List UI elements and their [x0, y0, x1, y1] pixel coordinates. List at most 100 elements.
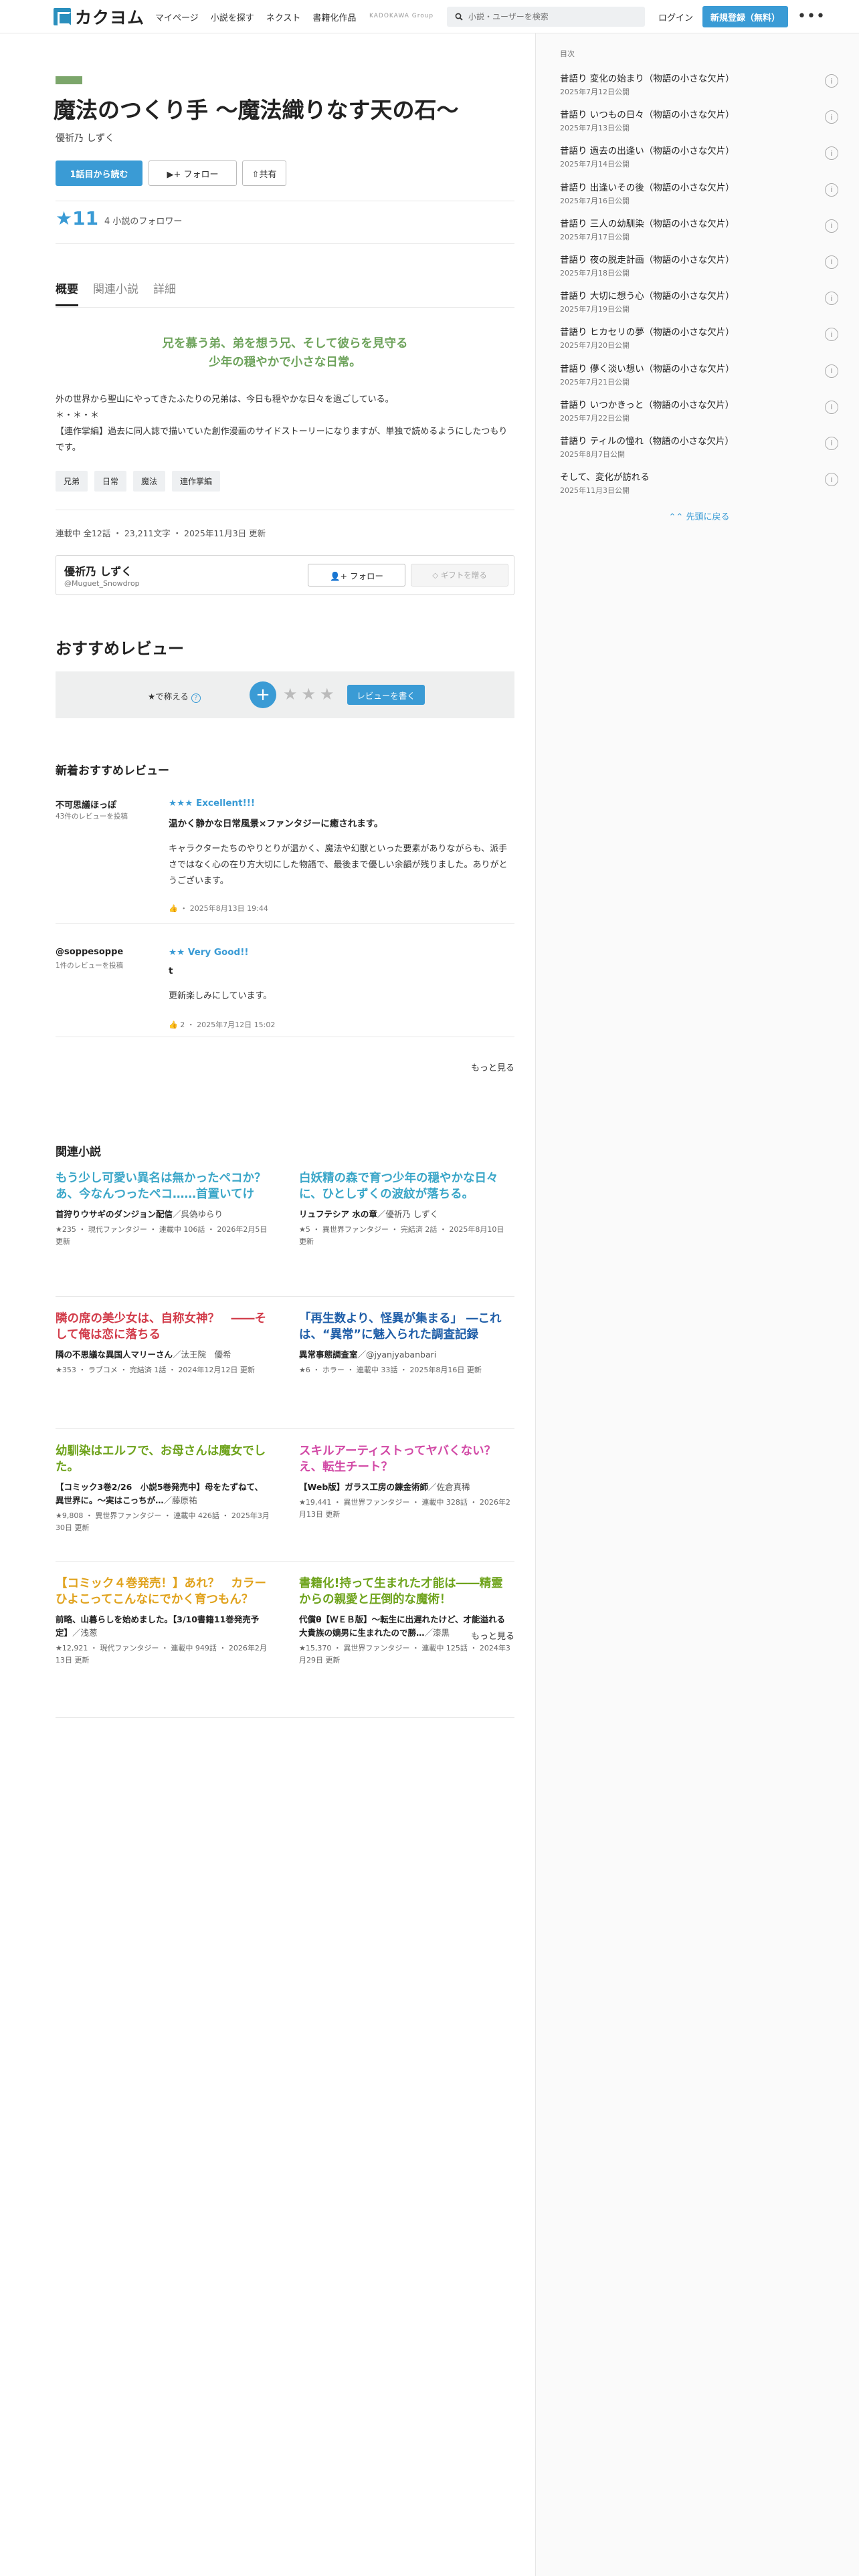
login-link[interactable]: ログイン — [658, 11, 693, 23]
related-catch[interactable]: 「再生数より、怪異が集まる」 ―これは、“異常”に魅入られた調査記録 — [299, 1311, 513, 1343]
info-icon[interactable]: i — [825, 292, 838, 306]
related-novel[interactable]: 【コミック４巻発売！】あれ？ カラーひよこってこんなにでかく育つもん？ 前略、山… — [56, 1576, 270, 1667]
episode-title[interactable]: 昔語り 変化の始まり（物語の小さな欠片） — [560, 71, 838, 84]
info-icon[interactable]: i — [825, 473, 838, 487]
related-catch[interactable]: 隣の席の美少女は、自称女神？ ――そして俺は恋に落ちる — [56, 1311, 270, 1343]
related-author[interactable]: ／漆黒 — [425, 1628, 450, 1638]
info-icon[interactable]: i — [825, 183, 838, 197]
episode-title[interactable]: 昔語り ティルの憧れ（物語の小さな欠片） — [560, 433, 838, 447]
more-menu-icon[interactable]: ••• — [797, 8, 826, 25]
related-novel[interactable]: スキルアーティストってヤバくない？え、転生チート？ 【Web版】ガラス工房の錬金… — [299, 1443, 513, 1521]
star-rating-input[interactable]: ★★★ — [283, 685, 339, 704]
episode-title[interactable]: 昔語り 夜の脱走計画（物語の小さな欠片） — [560, 252, 838, 265]
review-headline[interactable]: 温かく静かな日常風景×ファンタジーに癒されます。 — [169, 816, 383, 829]
related-title-text[interactable]: リュフテシア 水の章 — [299, 1209, 377, 1219]
related-novel[interactable]: もう少し可愛い異名は無かったペコか？あ、今なんつったペコ……首置いてけ 首狩りウ… — [56, 1170, 270, 1248]
episode-item[interactable]: 昔語り 過去の出逢い（物語の小さな欠片） 2025年7月14日公開 i — [560, 143, 838, 179]
tag-item[interactable]: 魔法 — [133, 471, 166, 492]
related-author[interactable]: ／汰王院 優希 — [173, 1350, 231, 1360]
episode-item[interactable]: 昔語り 三人の幼馴染（物語の小さな欠片） 2025年7月17日公開 i — [560, 216, 838, 252]
info-icon[interactable]: i — [825, 364, 838, 378]
info-icon[interactable]: i — [825, 436, 838, 450]
related-novel[interactable]: 「再生数より、怪異が集まる」 ―これは、“異常”に魅入られた調査記録 異常事態調… — [299, 1311, 513, 1376]
related-catch[interactable]: 白妖精の森で育つ少年の穏やかな日々に、ひとしずくの波紋が落ちる。 — [299, 1170, 513, 1202]
help-icon[interactable]: ? — [191, 693, 201, 703]
episode-title[interactable]: 昔語り 出逢いその後（物語の小さな欠片） — [560, 180, 838, 193]
episode-item[interactable]: そして、変化が訪れる 2025年11月3日公開 i — [560, 469, 838, 506]
related-title-text[interactable]: 隣の不思議な異国人マリーさん — [56, 1350, 173, 1360]
tag-item[interactable]: 兄弟 — [56, 471, 88, 492]
episode-title[interactable]: そして、変化が訪れる — [560, 469, 838, 483]
info-icon[interactable]: i — [825, 74, 838, 88]
episode-item[interactable]: 昔語り 大切に想う心（物語の小さな欠片） 2025年7月19日公開 i — [560, 288, 838, 324]
review-footer[interactable]: 👍 ・ 2025年8月13日 19:44 — [169, 903, 268, 914]
search-input[interactable] — [468, 12, 636, 21]
info-icon[interactable]: i — [825, 400, 838, 414]
related-author[interactable]: ／浅葱 — [72, 1628, 98, 1638]
episode-title[interactable]: 昔語り いつかきっと（物語の小さな欠片） — [560, 397, 838, 411]
episode-item[interactable]: 昔語り いつもの日々（物語の小さな欠片） 2025年7月13日公開 i — [560, 107, 838, 143]
reviews-more-link[interactable]: もっと見る — [471, 1061, 514, 1073]
related-title-text[interactable]: 【Web版】ガラス工房の錬金術師 — [299, 1482, 428, 1492]
info-icon[interactable]: i — [825, 110, 838, 124]
info-icon[interactable]: i — [825, 255, 838, 269]
share-button[interactable]: ⇧共有 — [242, 160, 286, 186]
kadokawa-group-label[interactable]: KADOKAWA Group — [369, 13, 434, 19]
related-title-text[interactable]: 異常事態調査室 — [299, 1350, 358, 1360]
related-novel[interactable]: 白妖精の森で育つ少年の穏やかな日々に、ひとしずくの波紋が落ちる。 リュフテシア … — [299, 1170, 513, 1248]
info-icon[interactable]: i — [825, 146, 838, 160]
related-author[interactable]: ／呉偽ゆらり — [173, 1209, 223, 1219]
tab-related[interactable]: 関連小説 — [93, 280, 138, 306]
episode-title[interactable]: 昔語り 三人の幼馴染（物語の小さな欠片） — [560, 216, 838, 229]
tag-item[interactable]: 日常 — [94, 471, 127, 492]
related-more-link[interactable]: もっと見る — [471, 1629, 514, 1642]
episode-item[interactable]: 昔語り 出逢いその後（物語の小さな欠片） 2025年7月16日公開 i — [560, 180, 838, 216]
related-novel[interactable]: 隣の席の美少女は、自称女神？ ――そして俺は恋に落ちる 隣の不思議な異国人マリー… — [56, 1311, 270, 1376]
episode-item[interactable]: 昔語り ヒカセリの夢（物語の小さな欠片） 2025年7月20日公開 i — [560, 324, 838, 360]
related-catch[interactable]: スキルアーティストってヤバくない？え、転生チート？ — [299, 1443, 513, 1475]
related-catch[interactable]: もう少し可愛い異名は無かったペコか？あ、今なんつったペコ……首置いてけ — [56, 1170, 270, 1202]
reviewer-name[interactable]: @soppesoppe — [56, 947, 123, 957]
tag-item[interactable]: 連作掌編 — [172, 471, 221, 492]
add-star-button[interactable]: + — [250, 681, 276, 708]
episode-title[interactable]: 昔語り 大切に想う心（物語の小さな欠片） — [560, 288, 838, 302]
tab-overview[interactable]: 概要 — [56, 280, 78, 306]
related-novel[interactable]: 書籍化!持って生まれた才能は――精霊からの親愛と圧倒的な魔術！ 代償θ【ＷＥＢ版… — [299, 1576, 513, 1667]
author-card-name[interactable]: 優祈乃 しずく — [64, 562, 132, 578]
nav-books[interactable]: 書籍化作品 — [312, 11, 356, 23]
episode-item[interactable]: 昔語り いつかきっと（物語の小さな欠片） 2025年7月22日公開 i — [560, 397, 838, 433]
gift-button[interactable]: ◇ ギフトを贈る — [411, 564, 508, 586]
related-catch[interactable]: 【コミック４巻発売！】あれ？ カラーひよこってこんなにでかく育つもん？ — [56, 1576, 270, 1608]
episode-item[interactable]: 昔語り 儚く淡い想い（物語の小さな欠片） 2025年7月21日公開 i — [560, 361, 838, 397]
episode-item[interactable]: 昔語り ティルの憧れ（物語の小さな欠片） 2025年8月7日公開 i — [560, 433, 838, 469]
star-count[interactable]: ★11 — [56, 207, 98, 229]
episode-item[interactable]: 昔語り 変化の始まり（物語の小さな欠片） 2025年7月12日公開 i — [560, 71, 838, 107]
related-author[interactable]: ／優祈乃 しずく — [377, 1209, 438, 1219]
nav-next[interactable]: ネクスト — [266, 11, 301, 23]
related-author[interactable]: ／藤原祐 — [164, 1495, 197, 1505]
reviewer-name[interactable]: 不可思議ほっぽ — [56, 798, 116, 811]
episode-item[interactable]: 昔語り 夜の脱走計画（物語の小さな欠片） 2025年7月18日公開 i — [560, 252, 838, 288]
related-novel[interactable]: 幼馴染はエルフで、お母さんは魔女でした。 【コミック3巻2/26 小説5巻発売中… — [56, 1443, 270, 1534]
related-author[interactable]: ／@jyanjyabanbari — [358, 1350, 437, 1360]
related-author[interactable]: ／佐倉真稀 — [428, 1482, 470, 1492]
back-to-top-link[interactable]: ⌃⌃ 先頭に戻る — [560, 510, 838, 522]
info-icon[interactable]: i — [825, 219, 838, 233]
episode-title[interactable]: 昔語り ヒカセリの夢（物語の小さな欠片） — [560, 324, 838, 338]
related-title-text[interactable]: 【コミック3巻2/26 小説5巻発売中】母をたずねて、異世界に。〜実はこっちが… — [56, 1482, 263, 1505]
related-title-text[interactable]: 首狩りウサギのダンジョン配信 — [56, 1209, 173, 1219]
write-review-button[interactable]: レビューを書く — [347, 685, 425, 705]
work-author[interactable]: 優祈乃 しずく — [56, 131, 114, 144]
info-icon[interactable]: i — [825, 328, 838, 342]
episode-title[interactable]: 昔語り 儚く淡い想い（物語の小さな欠片） — [560, 361, 838, 374]
episode-title[interactable]: 昔語り いつもの日々（物語の小さな欠片） — [560, 107, 838, 120]
episode-title[interactable]: 昔語り 過去の出逢い（物語の小さな欠片） — [560, 143, 838, 156]
follower-count[interactable]: 4 小説のフォロワー — [104, 214, 182, 227]
follow-work-button[interactable]: ▶+ フォロー — [149, 160, 237, 186]
follow-author-button[interactable]: 👤+ フォロー — [308, 564, 405, 586]
related-catch[interactable]: 書籍化!持って生まれた才能は――精霊からの親愛と圧倒的な魔術！ — [299, 1576, 513, 1608]
read-first-episode-button[interactable]: 1話目から読む — [56, 160, 142, 186]
related-catch[interactable]: 幼馴染はエルフで、お母さんは魔女でした。 — [56, 1443, 270, 1475]
nav-mypage[interactable]: マイページ — [155, 11, 199, 23]
register-button[interactable]: 新規登録（無料） — [702, 6, 788, 27]
